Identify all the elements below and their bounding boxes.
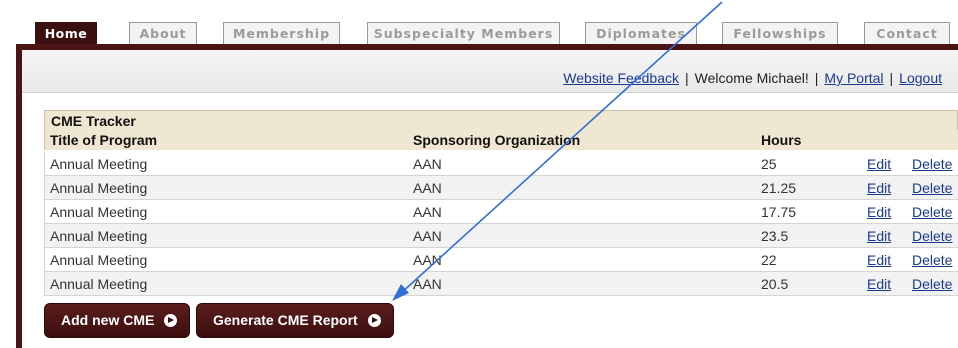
delete-link[interactable]: Delete: [912, 228, 952, 244]
organization-cell: AAN: [413, 180, 442, 196]
organization-cell: AAN: [413, 252, 442, 268]
delete-link[interactable]: Delete: [912, 180, 952, 196]
hours-cell: 23.5: [761, 228, 789, 244]
website-feedback-link[interactable]: Website Feedback: [563, 70, 679, 86]
separator: |: [814, 70, 819, 86]
logout-link[interactable]: Logout: [899, 70, 942, 86]
edit-link[interactable]: Edit: [867, 180, 891, 196]
hours-cell: 21.25: [761, 180, 797, 196]
delete-link[interactable]: Delete: [912, 156, 952, 172]
tab-contact[interactable]: Contact: [864, 22, 950, 44]
edit-link[interactable]: Edit: [867, 228, 891, 244]
organization-cell: AAN: [413, 228, 442, 244]
tab-diplomates[interactable]: Diplomates: [585, 22, 697, 44]
edit-link[interactable]: Edit: [867, 204, 891, 220]
welcome-text: Welcome Michael!: [694, 70, 809, 86]
cme-tracker-title: CME Tracker: [51, 113, 136, 129]
program-cell: Annual Meeting: [50, 204, 148, 220]
table-row: Annual Meeting AAN 22 Edit Delete: [44, 248, 958, 272]
edit-link[interactable]: Edit: [867, 252, 891, 268]
column-header-organization: Sponsoring Organization: [413, 132, 581, 148]
tab-home[interactable]: Home: [35, 22, 97, 44]
organization-cell: AAN: [413, 156, 442, 172]
column-header-hours: Hours: [761, 132, 802, 148]
program-cell: Annual Meeting: [50, 276, 148, 292]
add-new-cme-label: Add new CME: [61, 312, 155, 328]
edit-link[interactable]: Edit: [867, 276, 891, 292]
delete-link[interactable]: Delete: [912, 276, 952, 292]
my-portal-link[interactable]: My Portal: [824, 70, 883, 86]
tab-membership[interactable]: Membership: [223, 22, 340, 44]
table-row: Annual Meeting AAN 17.75 Edit Delete: [44, 200, 958, 224]
separator: |: [889, 70, 894, 86]
table-row: Annual Meeting AAN 23.5 Edit Delete: [44, 224, 958, 248]
tab-fellowships[interactable]: Fellowships: [722, 22, 838, 44]
cme-tracker-title-bar: CME Tracker: [44, 110, 958, 130]
add-new-cme-button[interactable]: Add new CME: [44, 303, 190, 338]
tab-about[interactable]: About: [129, 22, 197, 44]
organization-cell: AAN: [413, 204, 442, 220]
table-row: Annual Meeting AAN 25 Edit Delete: [44, 152, 958, 176]
utility-bar: Website Feedback | Welcome Michael! | My Por…: [22, 50, 958, 93]
table-row: Annual Meeting AAN 21.25 Edit Delete: [44, 176, 958, 200]
utility-links: Website Feedback | Welcome Michael! | My Por…: [563, 70, 942, 86]
generate-cme-report-label: Generate CME Report: [213, 312, 358, 328]
hours-cell: 22: [761, 252, 777, 268]
hours-cell: 25: [761, 156, 777, 172]
generate-cme-report-button[interactable]: Generate CME Report: [196, 303, 394, 338]
organization-cell: AAN: [413, 276, 442, 292]
program-cell: Annual Meeting: [50, 180, 148, 196]
arrow-circle-right-icon: [164, 314, 177, 327]
hours-cell: 17.75: [761, 204, 797, 220]
hours-cell: 20.5: [761, 276, 789, 292]
tab-subspecialty-members[interactable]: Subspecialty Members: [367, 22, 560, 44]
program-cell: Annual Meeting: [50, 156, 148, 172]
edit-link[interactable]: Edit: [867, 156, 891, 172]
delete-link[interactable]: Delete: [912, 204, 952, 220]
table-header: Title of Program Sponsoring Organization…: [44, 130, 958, 150]
separator: |: [685, 70, 689, 86]
main-nav: Home About Membership Subspecialty Membe…: [0, 0, 958, 48]
delete-link[interactable]: Delete: [912, 252, 952, 268]
column-header-program: Title of Program: [50, 132, 158, 148]
table-row: Annual Meeting AAN 20.5 Edit Delete: [44, 272, 958, 296]
program-cell: Annual Meeting: [50, 252, 148, 268]
program-cell: Annual Meeting: [50, 228, 148, 244]
arrow-circle-right-icon: [368, 314, 381, 327]
